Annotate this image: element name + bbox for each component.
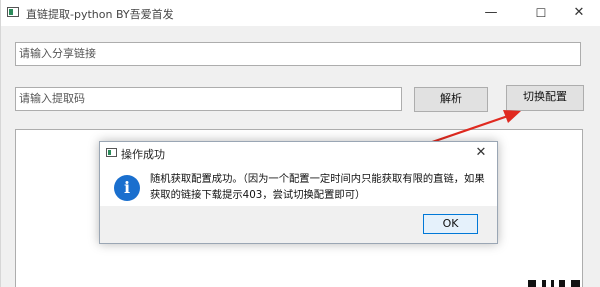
dialog-close-button[interactable]: ✕	[468, 142, 494, 164]
dialog-app-icon	[106, 148, 117, 157]
dialog-title: 操作成功	[121, 148, 165, 161]
app-window-icon	[7, 7, 19, 17]
extract-code-input[interactable]: 请输入提取码	[15, 87, 402, 111]
info-icon: i	[114, 175, 140, 201]
success-dialog: 操作成功 ✕ i 随机获取配置成功。（因为一个配置一定时间内只能获取有限的直链，…	[99, 141, 498, 244]
switch-config-button[interactable]: 切换配置	[506, 85, 584, 111]
dialog-footer: OK	[100, 206, 497, 243]
share-link-placeholder: 请输入分享链接	[19, 47, 96, 60]
parse-button[interactable]: 解析	[414, 87, 488, 112]
minimize-button[interactable]: —	[469, 0, 513, 26]
close-button[interactable]: ✕	[557, 0, 600, 26]
extract-code-placeholder: 请输入提取码	[19, 92, 85, 105]
dialog-message: 随机获取配置成功。（因为一个配置一定时间内只能获取有限的直链，如果获取的链接下载…	[150, 173, 485, 201]
window-title: 直链提取-python BY吾爱首发	[26, 8, 174, 21]
qr-code-fragment	[524, 278, 583, 287]
dialog-title-bar: 操作成功 ✕	[100, 142, 497, 164]
title-bar: 直链提取-python BY吾爱首发 — ☐ ✕	[1, 0, 600, 26]
share-link-input[interactable]: 请输入分享链接	[15, 42, 581, 66]
ok-button[interactable]: OK	[423, 214, 478, 234]
